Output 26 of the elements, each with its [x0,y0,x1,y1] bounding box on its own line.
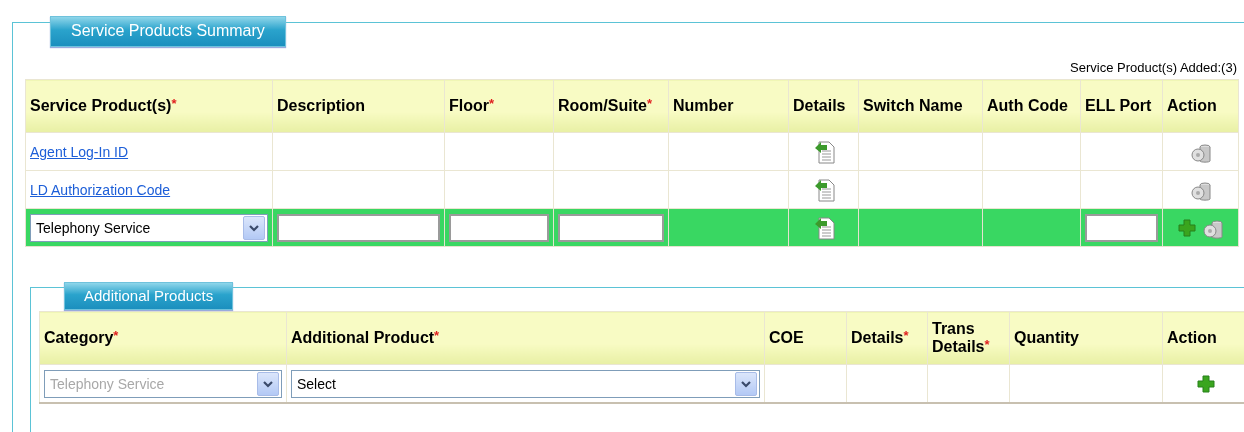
column-header: Quantity [1009,311,1163,365]
column-header: Details* [846,311,928,365]
column-header: Trans Details* [927,311,1010,365]
dropdown-field[interactable]: Select [291,369,760,398]
column-header: ELL Port [1080,79,1163,133]
column-header: Action [1162,311,1244,365]
column-header: Description [272,79,445,133]
column-header: Switch Name [858,79,983,133]
column-header: Action [1162,79,1239,133]
column-header: COE [764,311,847,365]
column-header: Additional Product* [286,311,765,365]
column-header: Floor* [444,79,554,133]
count-label: Service Product(s) Added:(3) [1069,59,1237,77]
column-header: Room/Suite* [553,79,669,133]
column-header: Service Product(s)* [25,79,273,133]
column-header: Number [668,79,789,133]
column-header: Details [788,79,859,133]
column-header: Category* [39,311,287,365]
add-icon[interactable] [1177,218,1196,237]
add-icon[interactable] [1196,374,1215,393]
product-link[interactable]: Agent Log-In ID [30,143,129,160]
dropdown-field[interactable]: Telephony Service [30,213,268,242]
section-title: Service Products Summary [50,16,286,47]
section-title: Additional Products [64,282,234,310]
column-header: Auth Code [982,79,1081,133]
product-link[interactable]: LD Authorization Code [30,181,171,198]
